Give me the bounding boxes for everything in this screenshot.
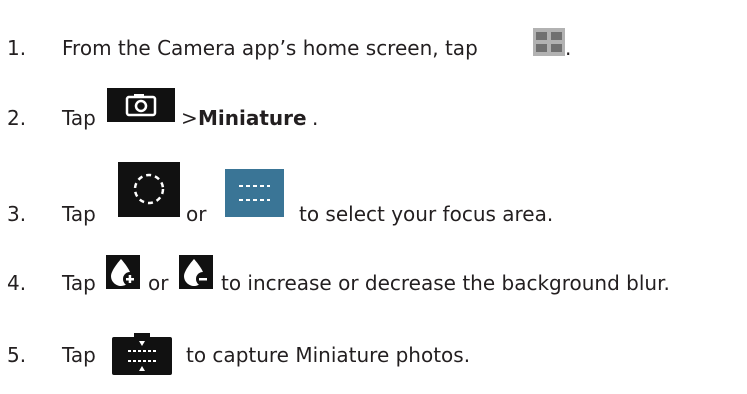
step-number: 3. [7,202,27,226]
step-number: 5. [7,343,27,367]
or-text: or [186,202,207,226]
camera-mode-icon [107,88,175,122]
blur-increase-icon [106,255,140,289]
mode-name: Miniature [198,106,307,130]
step-text-end: . [565,36,572,60]
step-text: From the Camera app’s home screen, tap [62,36,478,60]
step-text: Tap [62,106,96,130]
step-text-end: to select your focus area. [299,202,554,226]
step-text-end: to capture Miniature photos. [186,343,471,367]
grid-menu-icon [533,28,565,56]
step-text-end: . [312,106,319,130]
separator: > [181,106,198,130]
step-2: 2. Tap > Miniature . [0,88,747,148]
step-number: 2. [7,106,27,130]
step-text: Tap [62,202,96,226]
step-5: 5. Tap to capture Miniature photos. [0,333,747,393]
shutter-icon [112,333,172,375]
step-3: 3. Tap or to select your focus area. [0,162,747,226]
step-1: 1. From the Camera app’s home screen, ta… [0,28,747,88]
blur-decrease-icon [179,255,213,289]
or-text: or [148,271,169,295]
step-4: 4. Tap or to increase or decrease the ba… [0,255,747,315]
band-focus-icon [225,169,284,217]
step-text-end: to increase or decrease the background b… [221,271,670,295]
step-number: 1. [7,36,27,60]
step-text: Tap [62,271,96,295]
step-text: Tap [62,343,96,367]
circle-focus-icon [118,162,180,217]
step-number: 4. [7,271,27,295]
